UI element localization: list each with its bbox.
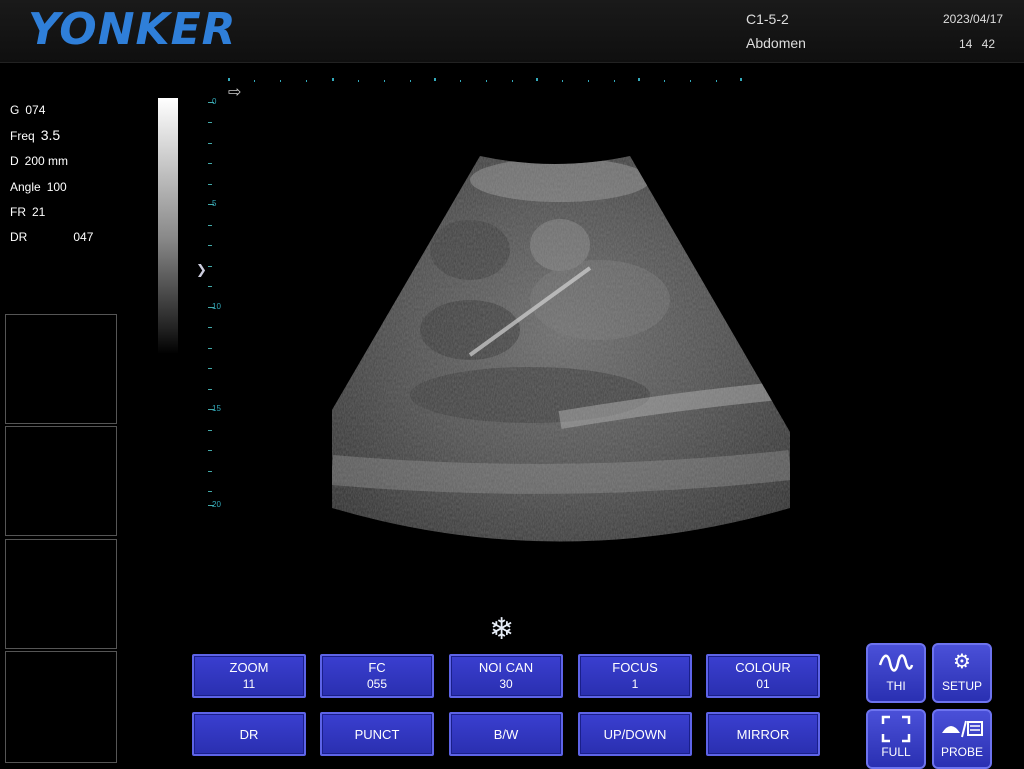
probe-icon (934, 711, 990, 745)
bw-button[interactable]: B/W (449, 712, 563, 756)
fullscreen-icon (868, 711, 924, 745)
up-down-button[interactable]: UP/DOWN (578, 712, 692, 756)
setup-button[interactable]: ⚙ SETUP (932, 643, 992, 703)
zoom-button[interactable]: ZOOM 11 (192, 654, 306, 698)
gear-icon: ⚙ (953, 651, 971, 673)
thi-button[interactable]: THI (866, 643, 926, 703)
puncture-button[interactable]: PUNCT (320, 712, 434, 756)
noise-cancel-button[interactable]: NOI CAN 30 (449, 654, 563, 698)
dr-button[interactable]: DR (192, 712, 306, 756)
full-button[interactable]: FULL (866, 709, 926, 769)
thi-wave-icon (868, 645, 924, 679)
probe-button[interactable]: PROBE (932, 709, 992, 769)
focus-button[interactable]: FOCUS 1 (578, 654, 692, 698)
colour-button[interactable]: COLOUR 01 (706, 654, 820, 698)
mirror-button[interactable]: MIRROR (706, 712, 820, 756)
freeze-snowflake-icon[interactable]: ❄ (489, 612, 514, 647)
fc-button[interactable]: FC 055 (320, 654, 434, 698)
